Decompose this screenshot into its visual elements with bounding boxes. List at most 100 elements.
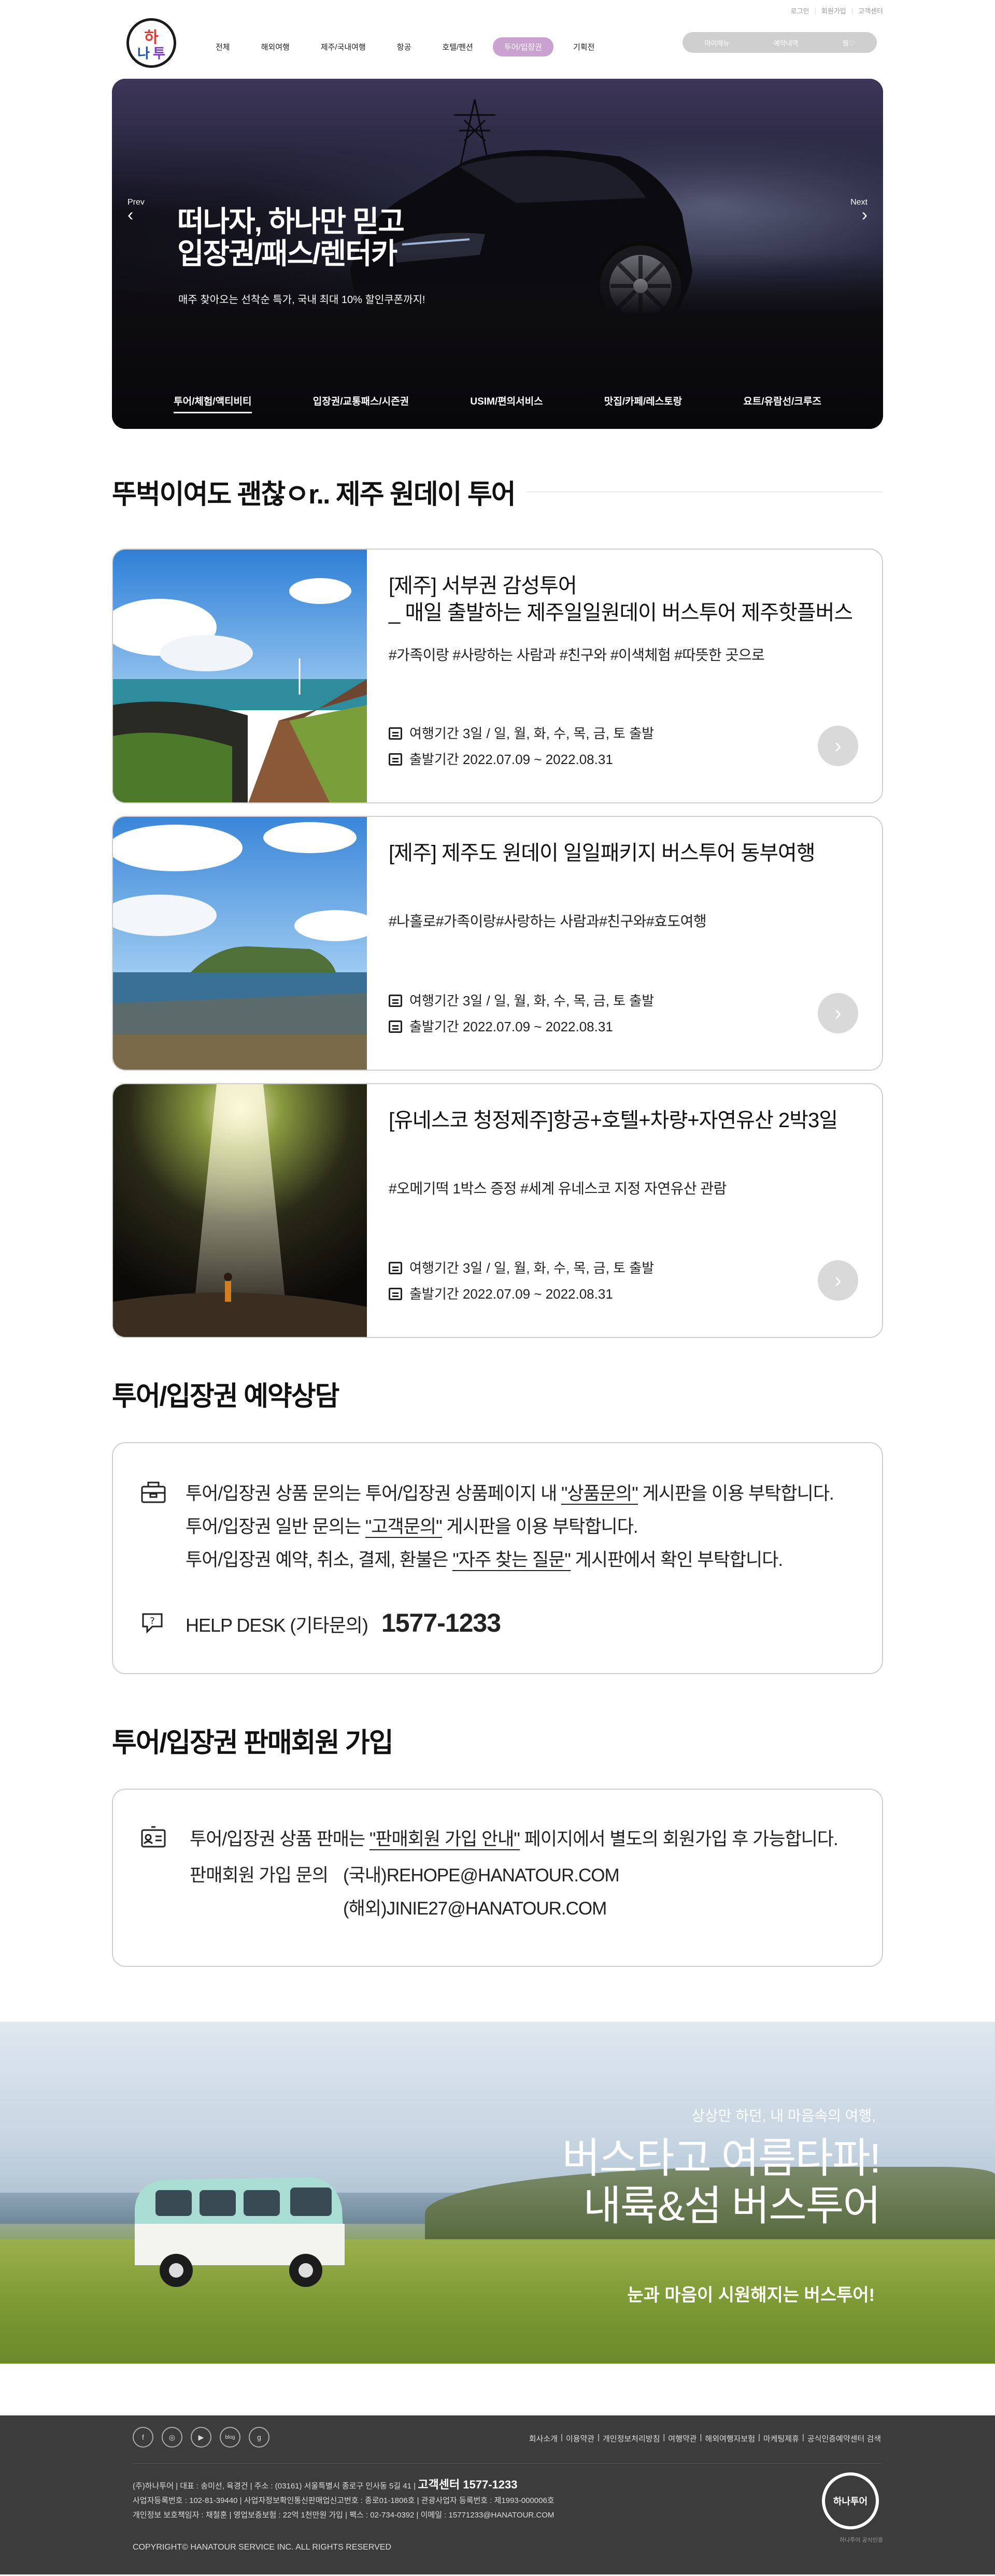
hero-cat-usim[interactable]: USIM/편의서비스 (470, 394, 543, 413)
chevron-right-icon[interactable]: › (818, 726, 858, 766)
banner-headline: 버스타고 여름타파! 내륙&섬 버스투어 (562, 2135, 881, 2229)
hero-cat-tour[interactable]: 투어/체험/액티비티 (174, 394, 252, 413)
youtube-icon[interactable]: ▶ (191, 2427, 211, 2448)
customer-center-link[interactable]: 고객센터 (858, 6, 883, 16)
seller-box: 투어/입장권 상품 판매는 "판매회원 가입 안내" 페이지에서 별도의 회원가… (112, 1789, 883, 1967)
help-desk-number[interactable]: 1577-1233 (381, 1608, 501, 1638)
chevron-right-icon[interactable]: › (818, 1260, 858, 1301)
menu-hotel[interactable]: 호텔/펜션 (431, 37, 484, 56)
hero-cat-ticket[interactable]: 입장권/교통패스/시즌권 (313, 394, 409, 413)
footer-link-insurance[interactable]: 해외여행자보험 (705, 2433, 755, 2444)
consult-line3: 투어/입장권 예약, 취소, 결제, 환불은 (186, 1550, 453, 1570)
help-desk: HELP DESK (기타문의) 1577-1233 (186, 1608, 882, 1638)
hanatour-logo[interactable]: 하 나 투 (126, 18, 176, 68)
menu-overseas[interactable]: 해외여행 (250, 37, 301, 56)
hero-next-button[interactable]: Next › (850, 198, 868, 225)
hero-prev-button[interactable]: Prev ‹ (127, 198, 145, 225)
utility-links: 로그인 | 회원가입 | 고객센터 (790, 6, 883, 16)
consult-box: 투어/입장권 상품 문의는 투어/입장권 상품페이지 내 "상품문의" 게시판을… (112, 1442, 883, 1674)
facebook-icon[interactable]: f (133, 2427, 153, 2448)
seller-line1-end: 페이지에서 별도의 회원가입 후 가능합니다. (519, 1829, 838, 1849)
menu-all[interactable]: 전체 (204, 37, 241, 56)
global-nav: 하 나 투 전체 해외여행 제주/국내여행 항공 호텔/펜션 투어/입장권 기획… (112, 18, 883, 73)
hero-title: 떠나자, 하나만 믿고 입장권/패스/렌터카 (177, 205, 405, 270)
seller-title: 투어/입장권 판매회원 가입 (112, 1728, 394, 1758)
faq-link[interactable]: "자주 찾는 질문" (452, 1550, 571, 1571)
product-inquiry-link[interactable]: "상품문의" (561, 1484, 638, 1505)
chat-help-icon: ? (142, 1613, 163, 1634)
hero-subtitle: 매주 찾아오는 선착순 특가, 국내 최대 10% 할인쿠폰까지! (178, 294, 425, 306)
seller-overseas-email[interactable]: (해외)JINIE27@HANATOUR.COM (343, 1892, 619, 1925)
tour-info: 여행기간 3일 / 일, 월, 화, 수, 목, 금, 토 출발 출발기간 20… (389, 988, 654, 1040)
calendar-icon (389, 1262, 402, 1274)
footer-links: 회사소개 | 이용약관 | 개인정보처리방침 | 여행약관 | 해외여행자보험 | 마케팅… (529, 2433, 881, 2444)
company-info: (주)하나투어 | 대표 : 송미선, 육경건 | 주소 : (03161) 서… (133, 2478, 555, 2523)
footer-logo-caption: 하나투어 공식인증 (839, 2537, 883, 2543)
chevron-right-icon[interactable]: › (818, 993, 858, 1033)
footer-link-marketing[interactable]: 마케팅제휴 (763, 2433, 799, 2444)
footer-link-terms[interactable]: 이용약관 (566, 2433, 594, 2444)
banner-small-text: 상상만 하던, 내 마음속의 여행, (691, 2108, 876, 2124)
company-info-line2: 사업자등록번호 : 102-81-39440 | 사업자정보확인통신판매업신고번… (133, 2496, 555, 2505)
seller-guide-link[interactable]: "판매회원 가입 안내" (369, 1829, 520, 1850)
help-desk-label: HELP DESK (기타문의) (186, 1615, 368, 1636)
tour-card[interactable]: [유네스코 청정제주]항공+호텔+차량+자연유산 2박3일 #오메기떡 1박스 … (112, 1083, 883, 1338)
hero-cat-restaurant[interactable]: 맛집/카페/레스토랑 (604, 394, 682, 413)
consult-line1-end: 게시판을 이용 부탁합니다. (637, 1484, 834, 1504)
copyright: COPYRIGHT© HANATOUR SERVICE INC. ALL RIG… (133, 2543, 392, 2552)
footer-link-company[interactable]: 회사소개 (529, 2433, 558, 2444)
company-info-line3: 개인정보 보호책임자 : 채철훈 | 영업보증보험 : 22억 1천만원 가입 … (133, 2511, 555, 2520)
footer-link-travel-terms[interactable]: 여행약관 (668, 2433, 696, 2444)
bus-tour-banner[interactable]: 상상만 하던, 내 마음속의 여행, 버스타고 여름타파! 내륙&섬 버스투어 … (0, 2022, 995, 2364)
tour-info: 여행기간 3일 / 일, 월, 화, 수, 목, 금, 토 출발 출발기간 20… (389, 721, 654, 772)
google-icon[interactable]: g (249, 2427, 269, 2448)
calendar-icon (389, 1020, 402, 1033)
tour-image-west-coast (113, 550, 367, 802)
tour-depart: 출발기간 2022.07.09 ~ 2022.08.31 (409, 752, 613, 767)
menu-tour-ticket[interactable]: 투어/입장권 (492, 37, 553, 56)
calendar-icon (389, 1288, 402, 1300)
chevron-left-icon: ‹ (127, 205, 134, 225)
tour-image-lava-cave (113, 1084, 367, 1337)
footer-link-privacy[interactable]: 개인정보처리방침 (603, 2433, 660, 2444)
tour-depart: 출발기간 2022.07.09 ~ 2022.08.31 (409, 1019, 613, 1034)
svg-text:하: 하 (144, 28, 159, 47)
hero-cat-cruise[interactable]: 요트/유람선/크루즈 (743, 394, 821, 413)
tour-card[interactable]: [제주] 서부권 감성투어 _ 매일 출발하는 제주일일원데이 버스투어 제주핫… (112, 549, 883, 803)
login-link[interactable]: 로그인 (791, 6, 809, 16)
footer-logo: 하나투어 (822, 2472, 879, 2529)
hero-categories: 투어/체험/액티비티 입장권/교통패스/시즌권 USIM/편의서비스 맛집/카페… (112, 394, 883, 413)
seller-domestic-email[interactable]: (국내)REHOPE@HANATOUR.COM (343, 1859, 620, 1892)
tour-tags: #가족이랑 #사랑하는 사람과 #친구와 #이색체험 #따뜻한 곳으로 (389, 647, 765, 663)
footer-link-certified-center[interactable]: 공식인증예약센터 검색 (807, 2433, 881, 2444)
footer-divider (133, 2463, 881, 2464)
hero-banner: Prev ‹ Next › 떠나자, 하나만 믿고 입장권/패스/렌터카 매주 … (112, 79, 883, 429)
menu-domestic[interactable]: 제주/국내여행 (309, 37, 377, 56)
tour-card[interactable]: [제주] 제주도 원데이 일일패키지 버스투어 동부여행 #나홀로#가족이랑#사… (112, 816, 883, 1071)
instagram-icon[interactable]: ◎ (162, 2427, 182, 2448)
svg-text:나: 나 (137, 46, 150, 62)
tour-period: 여행기간 3일 / 일, 월, 화, 수, 목, 금, 토 출발 (409, 993, 655, 1009)
signup-link[interactable]: 회원가입 (821, 6, 846, 16)
bag-icon (141, 1481, 166, 1503)
consult-title: 투어/입장권 예약상담 (112, 1381, 339, 1412)
tour-title[interactable]: [제주] 제주도 원데이 일일패키지 버스투어 동부여행 (389, 840, 861, 867)
my-menu-button[interactable]: 마이메뉴 (705, 38, 730, 48)
calendar-icon (389, 995, 402, 1007)
tour-tags: #오메기떡 1박스 증정 #세계 유네스코 지정 자연유산 관람 (389, 1181, 727, 1197)
menu-special[interactable]: 기획전 (562, 37, 606, 56)
tour-title[interactable]: [제주] 서부권 감성투어 _ 매일 출발하는 제주일일원데이 버스투어 제주핫… (389, 572, 861, 626)
consult-line1: 투어/입장권 상품 문의는 투어/입장권 상품페이지 내 (186, 1484, 561, 1504)
footer-logo-text: 하나투어 (833, 2496, 868, 2507)
reservations-button[interactable]: 예약내역 (774, 38, 799, 48)
tour-title[interactable]: [유네스코 청정제주]항공+호텔+차량+자연유산 2박3일 (389, 1107, 861, 1134)
chevron-right-icon: › (861, 205, 868, 225)
tour-section-header: 뚜벅이여도 괜찮ㅇr.. 제주 원데이 투어 (112, 472, 883, 511)
consult-line2-end: 게시판을 이용 부탁합니다. (442, 1517, 638, 1537)
tour-info: 여행기간 3일 / 일, 월, 화, 수, 목, 금, 토 출발 출발기간 20… (389, 1255, 654, 1307)
van-image (135, 2177, 345, 2287)
wishlist-button[interactable]: 찜♡ (843, 38, 855, 48)
customer-inquiry-link[interactable]: "고객문의" (365, 1517, 443, 1538)
blog-icon[interactable]: blog (220, 2427, 240, 2448)
menu-air[interactable]: 항공 (386, 37, 423, 56)
